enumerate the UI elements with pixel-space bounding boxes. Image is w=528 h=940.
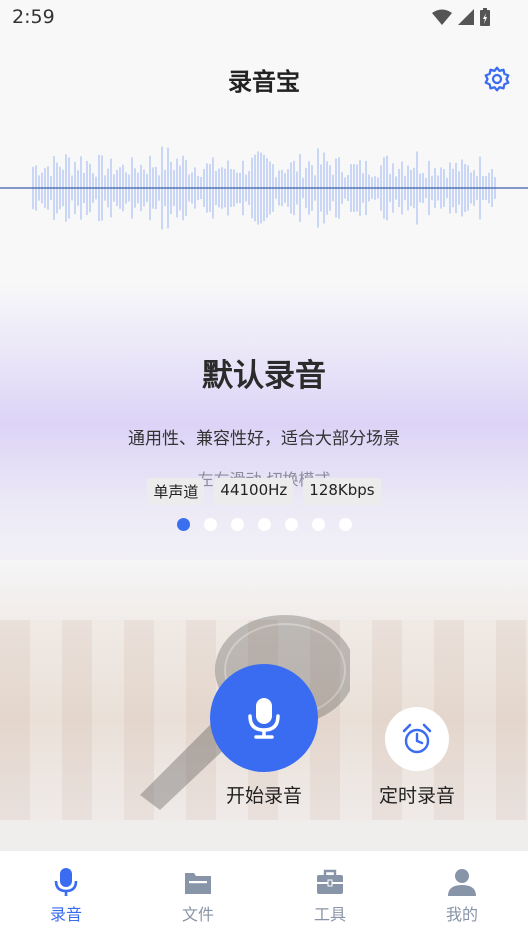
gear-icon: [484, 66, 510, 92]
signal-icon: [458, 9, 474, 25]
settings-button[interactable]: [480, 62, 514, 96]
nav-label-tools: 工具: [313, 905, 346, 924]
pager-dot[interactable]: [230, 518, 244, 531]
nav-label-mine: 我的: [445, 905, 478, 924]
pager-dot[interactable]: [311, 518, 325, 531]
battery-icon: [480, 8, 490, 26]
pager-dot[interactable]: [176, 518, 190, 531]
tag-channel: 单声道: [147, 478, 205, 505]
waveform: [0, 146, 528, 230]
mic-icon: [54, 868, 78, 896]
pager-dot[interactable]: [338, 518, 352, 531]
nav-item-record[interactable]: 录音: [0, 851, 132, 940]
mode-tags: 单声道 44100Hz 128Kbps: [0, 478, 528, 505]
nav-label-files: 文件: [181, 905, 214, 924]
status-icons: [432, 8, 490, 26]
mode-pager[interactable]: [0, 518, 528, 531]
alarm-clock-icon: [402, 723, 432, 754]
mode-title: 默认录音: [202, 358, 326, 394]
pager-dot[interactable]: [203, 518, 217, 531]
nav-item-files[interactable]: 文件: [132, 851, 264, 940]
nav-label-record: 录音: [49, 905, 82, 924]
folder-icon: [185, 873, 211, 894]
nav-item-tools[interactable]: 工具: [264, 851, 396, 940]
app-title: 录音宝: [228, 68, 300, 96]
start-record-button[interactable]: [210, 664, 318, 772]
bottom-nav: 录音 文件 工具 我的: [0, 850, 528, 940]
mic-icon: [248, 698, 280, 739]
person-icon: [448, 869, 476, 896]
pager-dot[interactable]: [257, 518, 271, 531]
nav-item-mine[interactable]: 我的: [396, 851, 528, 940]
mode-description: 通用性、兼容性好，适合大部分场景: [128, 429, 400, 449]
timer-record-button[interactable]: [385, 707, 449, 771]
tag-sample-rate: 44100Hz: [214, 478, 294, 505]
start-record-label[interactable]: 开始录音: [180, 781, 348, 808]
tag-bitrate: 128Kbps: [303, 478, 381, 505]
pager-dot[interactable]: [284, 518, 298, 531]
wifi-icon: [432, 9, 452, 25]
status-time: 2:59: [12, 6, 55, 28]
toolbox-icon: [317, 869, 343, 894]
timer-record-label[interactable]: 定时录音: [352, 781, 482, 808]
